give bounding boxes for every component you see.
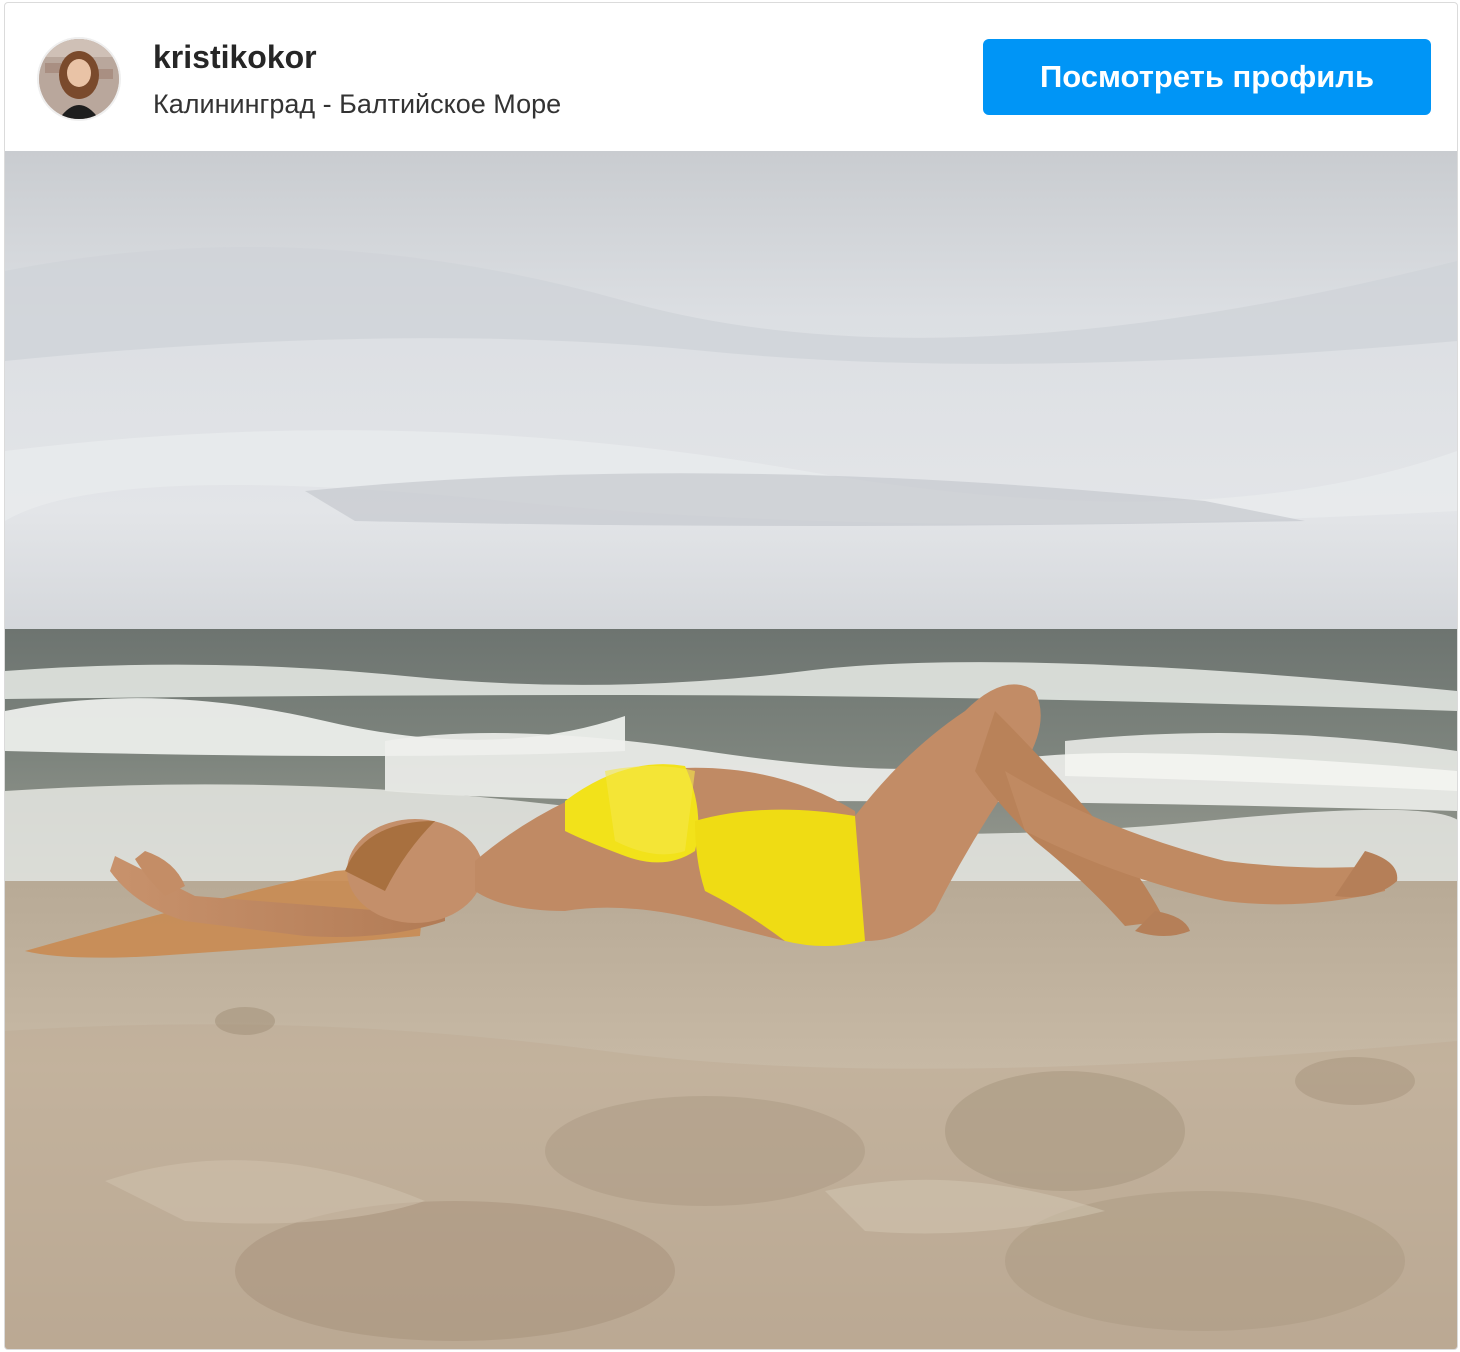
avatar-image [39, 39, 119, 119]
beach-photo-image [5, 151, 1457, 1349]
view-profile-button[interactable]: Посмотреть профиль [983, 39, 1431, 115]
instagram-embed-card: kristikokor Калининград - Балтийское Мор… [4, 2, 1458, 1350]
username[interactable]: kristikokor [153, 39, 317, 76]
post-photo[interactable] [5, 151, 1457, 1349]
avatar[interactable] [37, 37, 121, 121]
post-header: kristikokor Калининград - Балтийское Мор… [5, 3, 1457, 151]
location-link[interactable]: Калининград - Балтийское Море [153, 89, 561, 120]
